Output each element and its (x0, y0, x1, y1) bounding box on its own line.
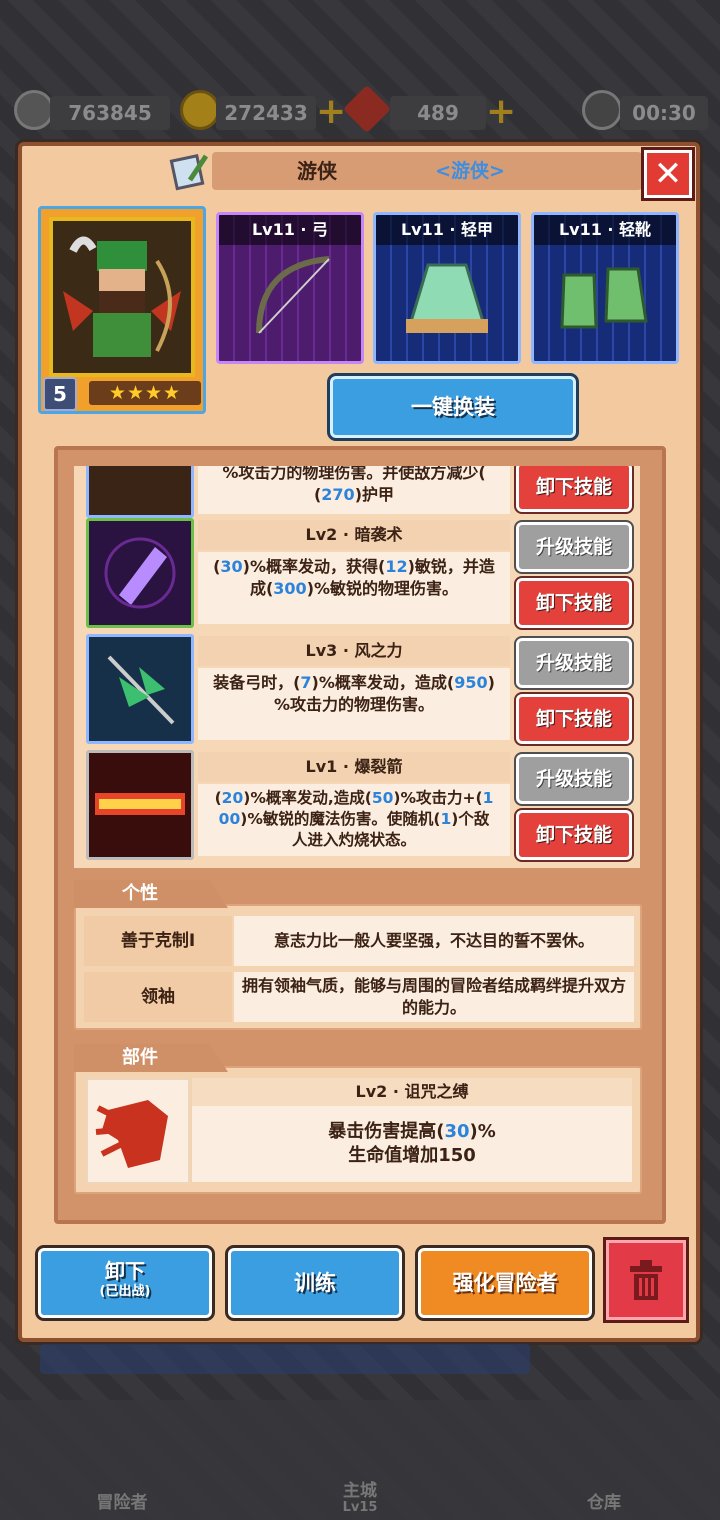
wind-power-icon (86, 634, 194, 744)
skill-desc: (20)%概率发动,造成(50)%攻击力+(1 00)%敏锐的魔法伤害。使随机(… (198, 784, 510, 856)
gold-value: 272433 (216, 96, 316, 130)
hero-stars: ★★★★ (89, 381, 201, 405)
power-value: 763845 (50, 96, 170, 130)
trait-row: 善于克制I 意志力比一般人要坚强，不达目的誓不罢休。 (84, 916, 634, 966)
add-gem-icon[interactable]: + (486, 94, 516, 130)
add-gold-icon[interactable]: + (316, 94, 346, 130)
nav-adventurers[interactable]: 冒险者 (52, 1488, 192, 1513)
resource-bar: 763845 272433 + 489 + 00:30 (0, 84, 720, 138)
gem-value: 489 (390, 96, 486, 130)
skill-name: Lv2 · 暗袭术 (198, 520, 510, 550)
trash-icon (630, 1260, 662, 1300)
hero-avatar (49, 217, 195, 377)
skill-icon-partial (86, 466, 194, 518)
part-desc: 暴击伤害提高(30)% 生命值增加150 (192, 1106, 632, 1182)
dismiss-hero-button[interactable] (603, 1237, 689, 1323)
light-boots-icon (560, 267, 648, 329)
gold-coin-icon (180, 90, 220, 130)
skill-desc-partial: %攻击力的物理伤害。并使敌方减少( (270)护甲 (198, 466, 510, 514)
upgrade-skill-button[interactable]: 升级技能 (514, 752, 634, 806)
skill-desc-partial-line2: )护甲 (354, 485, 395, 504)
unequip-skill-button[interactable]: 卸下技能 (514, 692, 634, 746)
trait-desc: 拥有领袖气质，能够与周围的冒险者结成羁绊提升双方的能力。 (234, 972, 634, 1022)
unequip-hero-button[interactable]: 卸下 (已出战) (35, 1245, 215, 1321)
one-key-equip-button[interactable]: 一键换装 (327, 373, 579, 441)
skill-row-explosive-arrow: Lv1 · 爆裂箭 (20)%概率发动,造成(50)%攻击力+(1 00)%敏锐… (86, 750, 634, 862)
part-icon-frame (86, 1078, 190, 1184)
upgrade-skill-button[interactable]: 升级技能 (514, 520, 634, 574)
power-icon (14, 90, 54, 130)
trait-name: 领袖 (84, 972, 232, 1022)
close-button[interactable]: ✕ (641, 147, 695, 201)
skill-desc: 装备弓时，(7)%概率发动，造成(950) %攻击力的物理伤害。 (198, 668, 510, 740)
hero-portrait[interactable]: 5 ★★★★ (38, 206, 206, 414)
skill-name: Lv1 · 爆裂箭 (198, 752, 510, 782)
hero-level-badge: 5 (43, 377, 77, 411)
unequip-sublabel: (已出战) (99, 1284, 151, 1299)
skill-list[interactable]: %攻击力的物理伤害。并使敌方减少( (270)护甲 卸下技能 Lv2 · 暗袭术… (74, 466, 640, 868)
train-button[interactable]: 训练 (225, 1245, 405, 1321)
light-armor-icon (406, 263, 488, 333)
personality-tag: 个性 (74, 880, 228, 908)
hidden-bar (40, 1344, 530, 1374)
sneak-attack-icon (86, 518, 194, 628)
equip-slot-light-boots[interactable]: Lv11 · 轻靴 (531, 212, 679, 364)
clock-icon (582, 90, 622, 130)
trait-desc: 意志力比一般人要坚强，不达目的誓不罢休。 (234, 916, 634, 966)
hero-class-tag: <游侠> (435, 160, 505, 182)
skill-row-sneak-attack: Lv2 · 暗袭术 (30)%概率发动，获得(12)敏锐，并造 成(300)%敏… (86, 518, 634, 630)
gem-icon (342, 84, 392, 134)
unequip-skill-button[interactable]: 卸下技能 (514, 466, 634, 514)
unequip-label: 卸下 (105, 1259, 145, 1283)
equip-slot-bow[interactable]: Lv11 · 弓 (216, 212, 364, 364)
hero-name: 游侠 (297, 159, 337, 183)
ranger-sprite-icon (63, 236, 181, 357)
scroll-icon (169, 154, 209, 191)
timer-value: 00:30 (620, 96, 708, 130)
nav-main-city[interactable]: 主城 (290, 1476, 430, 1501)
parts-tag: 部件 (74, 1044, 228, 1072)
explosive-arrow-icon (86, 750, 194, 860)
skill-row-partial: %攻击力的物理伤害。并使敌方减少( (270)护甲 卸下技能 (86, 466, 634, 518)
close-icon: ✕ (653, 154, 683, 194)
trait-name: 善于克制I (84, 916, 232, 966)
nav-main-city-level: Lv15 (342, 1500, 378, 1515)
skill-desc: (30)%概率发动，获得(12)敏锐，并造 成(300)%敏锐的物理伤害。 (198, 552, 510, 624)
equip-slot-light-armor[interactable]: Lv11 · 轻甲 (373, 212, 521, 364)
nav-warehouse[interactable]: 仓库 (534, 1488, 674, 1513)
part-name: Lv2 · 诅咒之缚 (192, 1078, 632, 1106)
enhance-hero-button[interactable]: 强化冒险者 (415, 1245, 595, 1321)
upgrade-skill-button[interactable]: 升级技能 (514, 636, 634, 690)
bow-icon (256, 256, 330, 334)
armor-reduce-value: 270 (321, 485, 355, 504)
skill-name: Lv3 · 风之力 (198, 636, 510, 666)
skill-row-wind-power: Lv3 · 风之力 装备弓时，(7)%概率发动，造成(950) %攻击力的物理伤… (86, 634, 634, 746)
skill-desc-partial-line1: %攻击力的物理伤害。并使敌方减少( (222, 466, 486, 482)
unequip-skill-button[interactable]: 卸下技能 (514, 576, 634, 630)
unequip-skill-button[interactable]: 卸下技能 (514, 808, 634, 862)
trait-row: 领袖 拥有领袖气质，能够与周围的冒险者结成羁绊提升双方的能力。 (84, 972, 634, 1022)
cursed-binding-icon (95, 1100, 168, 1168)
